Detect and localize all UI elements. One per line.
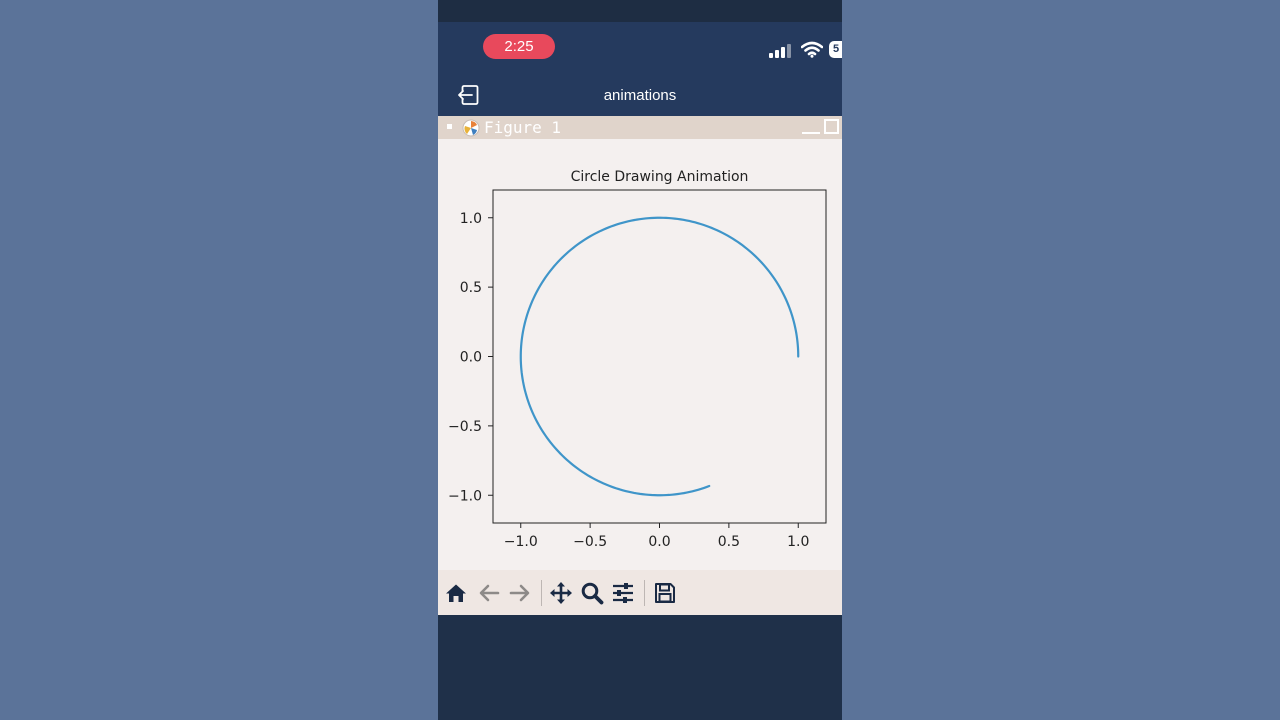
signal-icon [769,42,791,58]
figure-canvas[interactable]: Circle Drawing Animation −1.0 −0.5 0.0 0.5 1.… [438,139,842,570]
x-tick-label: 0.5 [718,534,740,550]
window-title: Figure 1 [484,118,562,137]
x-tick-label: −1.0 [504,534,538,550]
x-tick-label: −0.5 [573,534,607,550]
y-tick-label: 0.0 [460,350,482,366]
nav-bar: animations [438,74,842,116]
back-arrow-icon[interactable] [477,581,501,605]
forward-arrow-icon[interactable] [508,581,532,605]
x-tick-label: 0.0 [648,534,670,550]
minimize-button[interactable] [802,132,820,134]
top-band [438,0,842,22]
y-tick-label: 1.0 [460,211,482,227]
battery-indicator: 5 [829,41,842,58]
maximize-button[interactable] [824,119,839,134]
save-icon[interactable] [653,581,677,605]
status-bar: 2:25 5 [438,22,842,74]
y-tick-label: −0.5 [448,419,482,435]
window-menu-dot[interactable] [447,124,452,129]
circle-line [519,216,800,497]
matplotlib-logo-icon [462,119,480,137]
x-tick-label: 1.0 [787,534,809,550]
window-titlebar[interactable]: Figure 1 [438,116,842,139]
phone-screen: 2:25 5 animations Figure 1 Circle Drawin… [438,0,842,720]
pan-icon[interactable] [549,581,573,605]
y-tick-label: 0.5 [460,280,482,296]
status-time: 2:25 [483,34,555,59]
configure-subplots-icon[interactable] [611,581,635,605]
zoom-icon[interactable] [580,581,604,605]
toolbar-separator [541,580,542,606]
nav-title: animations [603,87,677,104]
toolbar-separator [644,580,645,606]
wifi-icon [801,41,823,58]
chart-svg: Circle Drawing Animation −1.0 −0.5 0.0 0.5 1.… [448,169,827,550]
chart-title: Circle Drawing Animation [571,169,749,185]
plot-toolbar [438,570,842,615]
y-tick-label: −1.0 [448,488,482,504]
axes-frame [492,189,827,524]
home-icon[interactable] [444,581,468,605]
